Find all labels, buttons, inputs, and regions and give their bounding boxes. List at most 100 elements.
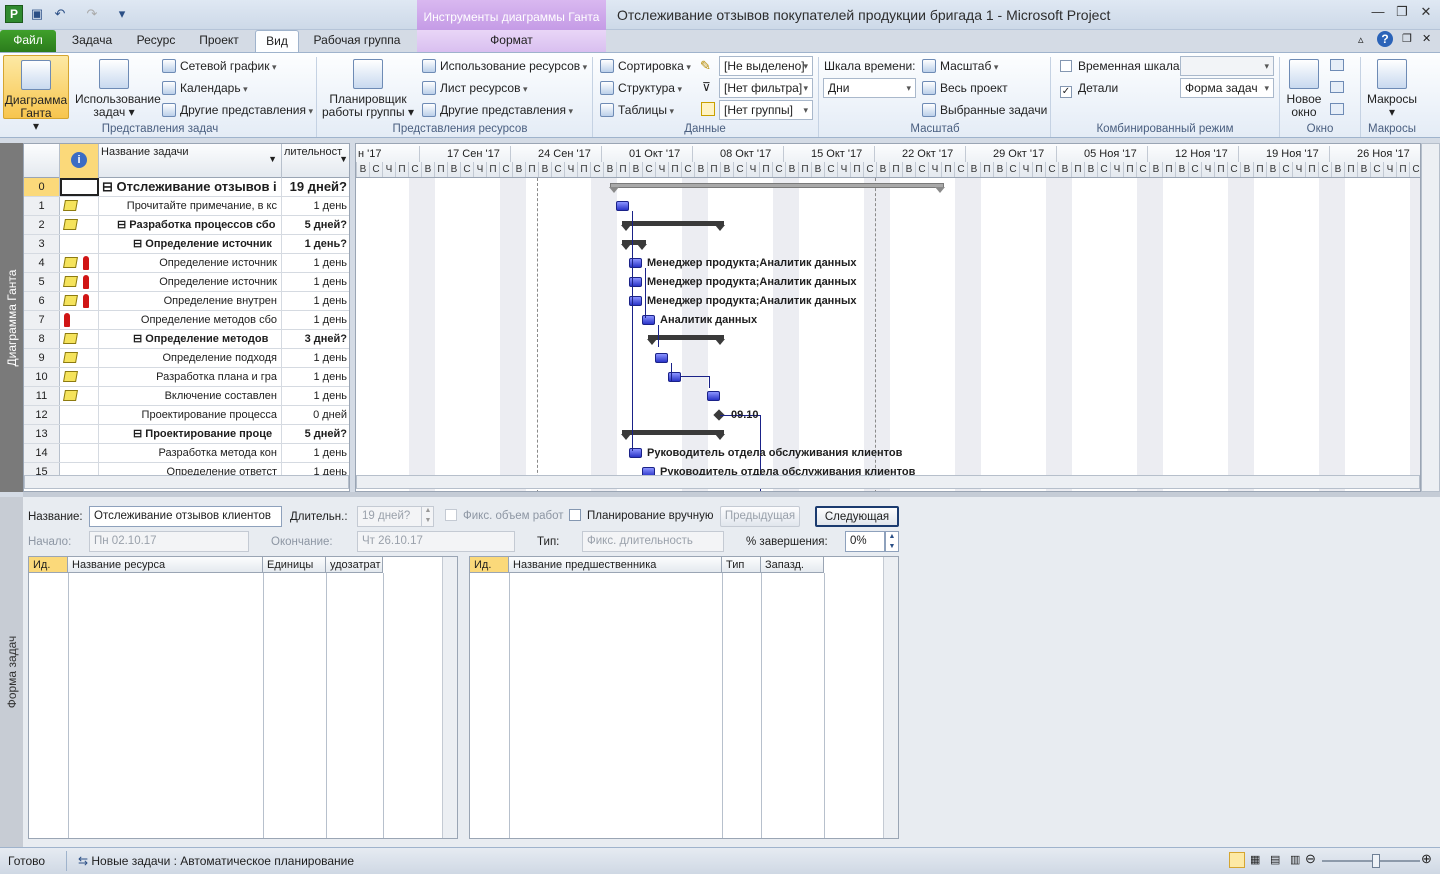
group-select[interactable]: [Нет группы] <box>719 100 813 120</box>
summary-bar[interactable] <box>647 335 725 345</box>
sort-button[interactable]: Сортировка <box>600 56 691 76</box>
note-icon[interactable] <box>63 257 78 268</box>
chart-hscrollbar[interactable] <box>356 475 1420 489</box>
row-id[interactable]: 11 <box>24 387 60 405</box>
duration-cell[interactable]: 1 день <box>282 197 349 215</box>
row-id[interactable]: 0 <box>24 178 60 196</box>
indicators-header[interactable]: i <box>60 144 99 178</box>
macros-button[interactable]: Макросы ▾ <box>1364 55 1420 119</box>
duration-cell[interactable]: 1 день <box>282 292 349 310</box>
help-icon[interactable]: ? <box>1377 31 1393 47</box>
view-gantt-icon[interactable] <box>1229 852 1245 868</box>
note-icon[interactable] <box>63 352 78 363</box>
table-row[interactable]: 1 Прочитайте примечание, в кс 1 день <box>24 197 349 216</box>
table-row[interactable]: 9 Определение подходя 1 день <box>24 349 349 368</box>
table-row[interactable]: 3 ⊟ Определение источник 1 день? <box>24 235 349 254</box>
task-name-cell[interactable]: Разработка плана и гра <box>99 368 282 386</box>
finish-field[interactable]: Чт 26.10.17 <box>357 531 515 552</box>
duration-cell[interactable]: 0 дней <box>282 406 349 424</box>
maximize-icon[interactable]: ❐ <box>1391 4 1413 22</box>
task-name-cell[interactable]: Проектирование процесса <box>99 406 282 424</box>
view-sheet-icon[interactable]: ▥ <box>1290 853 1300 866</box>
note-icon[interactable] <box>63 200 78 211</box>
resource-person-icon[interactable] <box>83 275 89 289</box>
column-header-task-name[interactable]: Название задачи ▼ <box>99 144 282 178</box>
resource-sheet-button[interactable]: Лист ресурсов <box>422 78 528 98</box>
fixed-work-checkbox[interactable]: Фикс. объем работ <box>445 509 564 522</box>
calendar-button[interactable]: Календарь <box>162 78 248 98</box>
table-row[interactable]: 14 Разработка метода кон 1 день <box>24 444 349 463</box>
percent-spinner[interactable]: ▲ ▼ <box>885 531 899 552</box>
resource-person-icon[interactable] <box>83 294 89 308</box>
duration-cell[interactable]: 1 день <box>282 368 349 386</box>
minimize-icon[interactable]: — <box>1367 4 1389 22</box>
tab-file[interactable]: Файл <box>0 30 56 52</box>
zoom-slider[interactable] <box>1322 860 1420 862</box>
row-id[interactable]: 7 <box>24 311 60 329</box>
collapse-toggle-icon[interactable]: ⊟ <box>133 428 145 440</box>
task-bar[interactable] <box>707 391 720 401</box>
type-select[interactable]: Фикс. длительность <box>582 531 724 552</box>
task-name-cell[interactable]: Прочитайте примечание, в кс <box>99 197 282 215</box>
zoom-button[interactable]: Масштаб <box>922 56 998 76</box>
arrange-icon[interactable] <box>1330 59 1344 71</box>
summary-bar[interactable] <box>621 221 725 231</box>
entire-project-button[interactable]: Весь проект <box>922 78 1008 98</box>
row-id[interactable]: 1 <box>24 197 60 215</box>
table-row[interactable]: 11 Включение составлен 1 день <box>24 387 349 406</box>
row-id[interactable]: 2 <box>24 216 60 234</box>
table-row[interactable]: 5 Определение источник 1 день <box>24 273 349 292</box>
filter-select[interactable]: [Нет фильтра] <box>719 78 813 98</box>
note-icon[interactable] <box>63 390 78 401</box>
task-name-cell[interactable]: ⊟ Определение источник <box>99 235 282 253</box>
predecessors-vscrollbar[interactable] <box>883 557 898 838</box>
task-bar[interactable] <box>629 448 642 458</box>
details-checkbox[interactable]: ✓ Детали <box>1060 78 1118 98</box>
view-bar-gantt[interactable]: Диаграмма Ганта <box>0 143 23 492</box>
duration-cell[interactable]: 1 день <box>282 273 349 291</box>
select-all-cell[interactable] <box>24 144 60 178</box>
timeline-select[interactable] <box>1180 56 1274 76</box>
task-name-cell[interactable]: Определение подходя <box>99 349 282 367</box>
table-row[interactable]: 13 ⊟ Проектирование проце 5 дней? <box>24 425 349 444</box>
task-name-field[interactable]: Отслеживание отзывов клиентов <box>89 506 282 527</box>
duration-cell[interactable]: 19 дней? <box>282 178 349 196</box>
row-id[interactable]: 12 <box>24 406 60 424</box>
duration-cell[interactable]: 1 день <box>282 387 349 405</box>
resource-person-icon[interactable] <box>64 313 70 327</box>
task-bar[interactable] <box>629 296 642 306</box>
zoom-in-icon[interactable]: ⊕ <box>1421 851 1432 867</box>
details-select[interactable]: Форма задач <box>1180 78 1274 98</box>
summary-bar[interactable] <box>621 240 647 250</box>
timescale-select[interactable]: Дни <box>823 78 916 98</box>
tables-button[interactable]: Таблицы <box>600 100 674 120</box>
tab-view[interactable]: Вид <box>255 30 299 52</box>
minimize-ribbon-icon[interactable]: ▵ <box>1358 33 1364 46</box>
save-icon[interactable]: ▣ <box>27 4 47 24</box>
collapse-toggle-icon[interactable]: ⊟ <box>133 238 145 250</box>
gantt-chart-button[interactable]: Диаграмма Ганта ▾ <box>3 55 69 133</box>
collapse-toggle-icon[interactable]: ⊟ <box>117 219 129 231</box>
note-icon[interactable] <box>63 295 78 306</box>
duration-cell[interactable]: 5 дней? <box>282 425 349 443</box>
redo-icon[interactable]: ↷ <box>82 4 102 24</box>
task-name-cell[interactable]: Определение источник <box>99 254 282 272</box>
task-bar[interactable] <box>642 315 655 325</box>
view-team-icon[interactable]: ▤ <box>1270 853 1280 866</box>
duration-cell[interactable]: 1 день? <box>282 235 349 253</box>
task-name-cell[interactable]: Включение составлен <box>99 387 282 405</box>
task-name-cell[interactable]: Определение источник <box>99 273 282 291</box>
close-icon[interactable]: ✕ <box>1415 4 1437 22</box>
selected-tasks-button[interactable]: Выбранные задачи <box>922 100 1047 120</box>
timeline-checkbox[interactable]: Временная шкала <box>1060 56 1180 76</box>
task-name-cell[interactable]: ⊟ Определение методов <box>99 330 282 348</box>
row-id[interactable]: 14 <box>24 444 60 462</box>
switch-windows-icon[interactable] <box>1330 103 1344 115</box>
table-row[interactable]: 0 ⊟ Отслеживание отзывов і 19 дней? <box>24 178 349 197</box>
new-window-button[interactable]: Новое окно <box>1283 55 1325 119</box>
task-bar[interactable] <box>629 258 642 268</box>
summary-bar[interactable] <box>621 430 725 440</box>
row-id[interactable]: 4 <box>24 254 60 272</box>
hide-icon[interactable] <box>1330 81 1344 93</box>
tab-format[interactable]: Формат <box>417 30 606 52</box>
